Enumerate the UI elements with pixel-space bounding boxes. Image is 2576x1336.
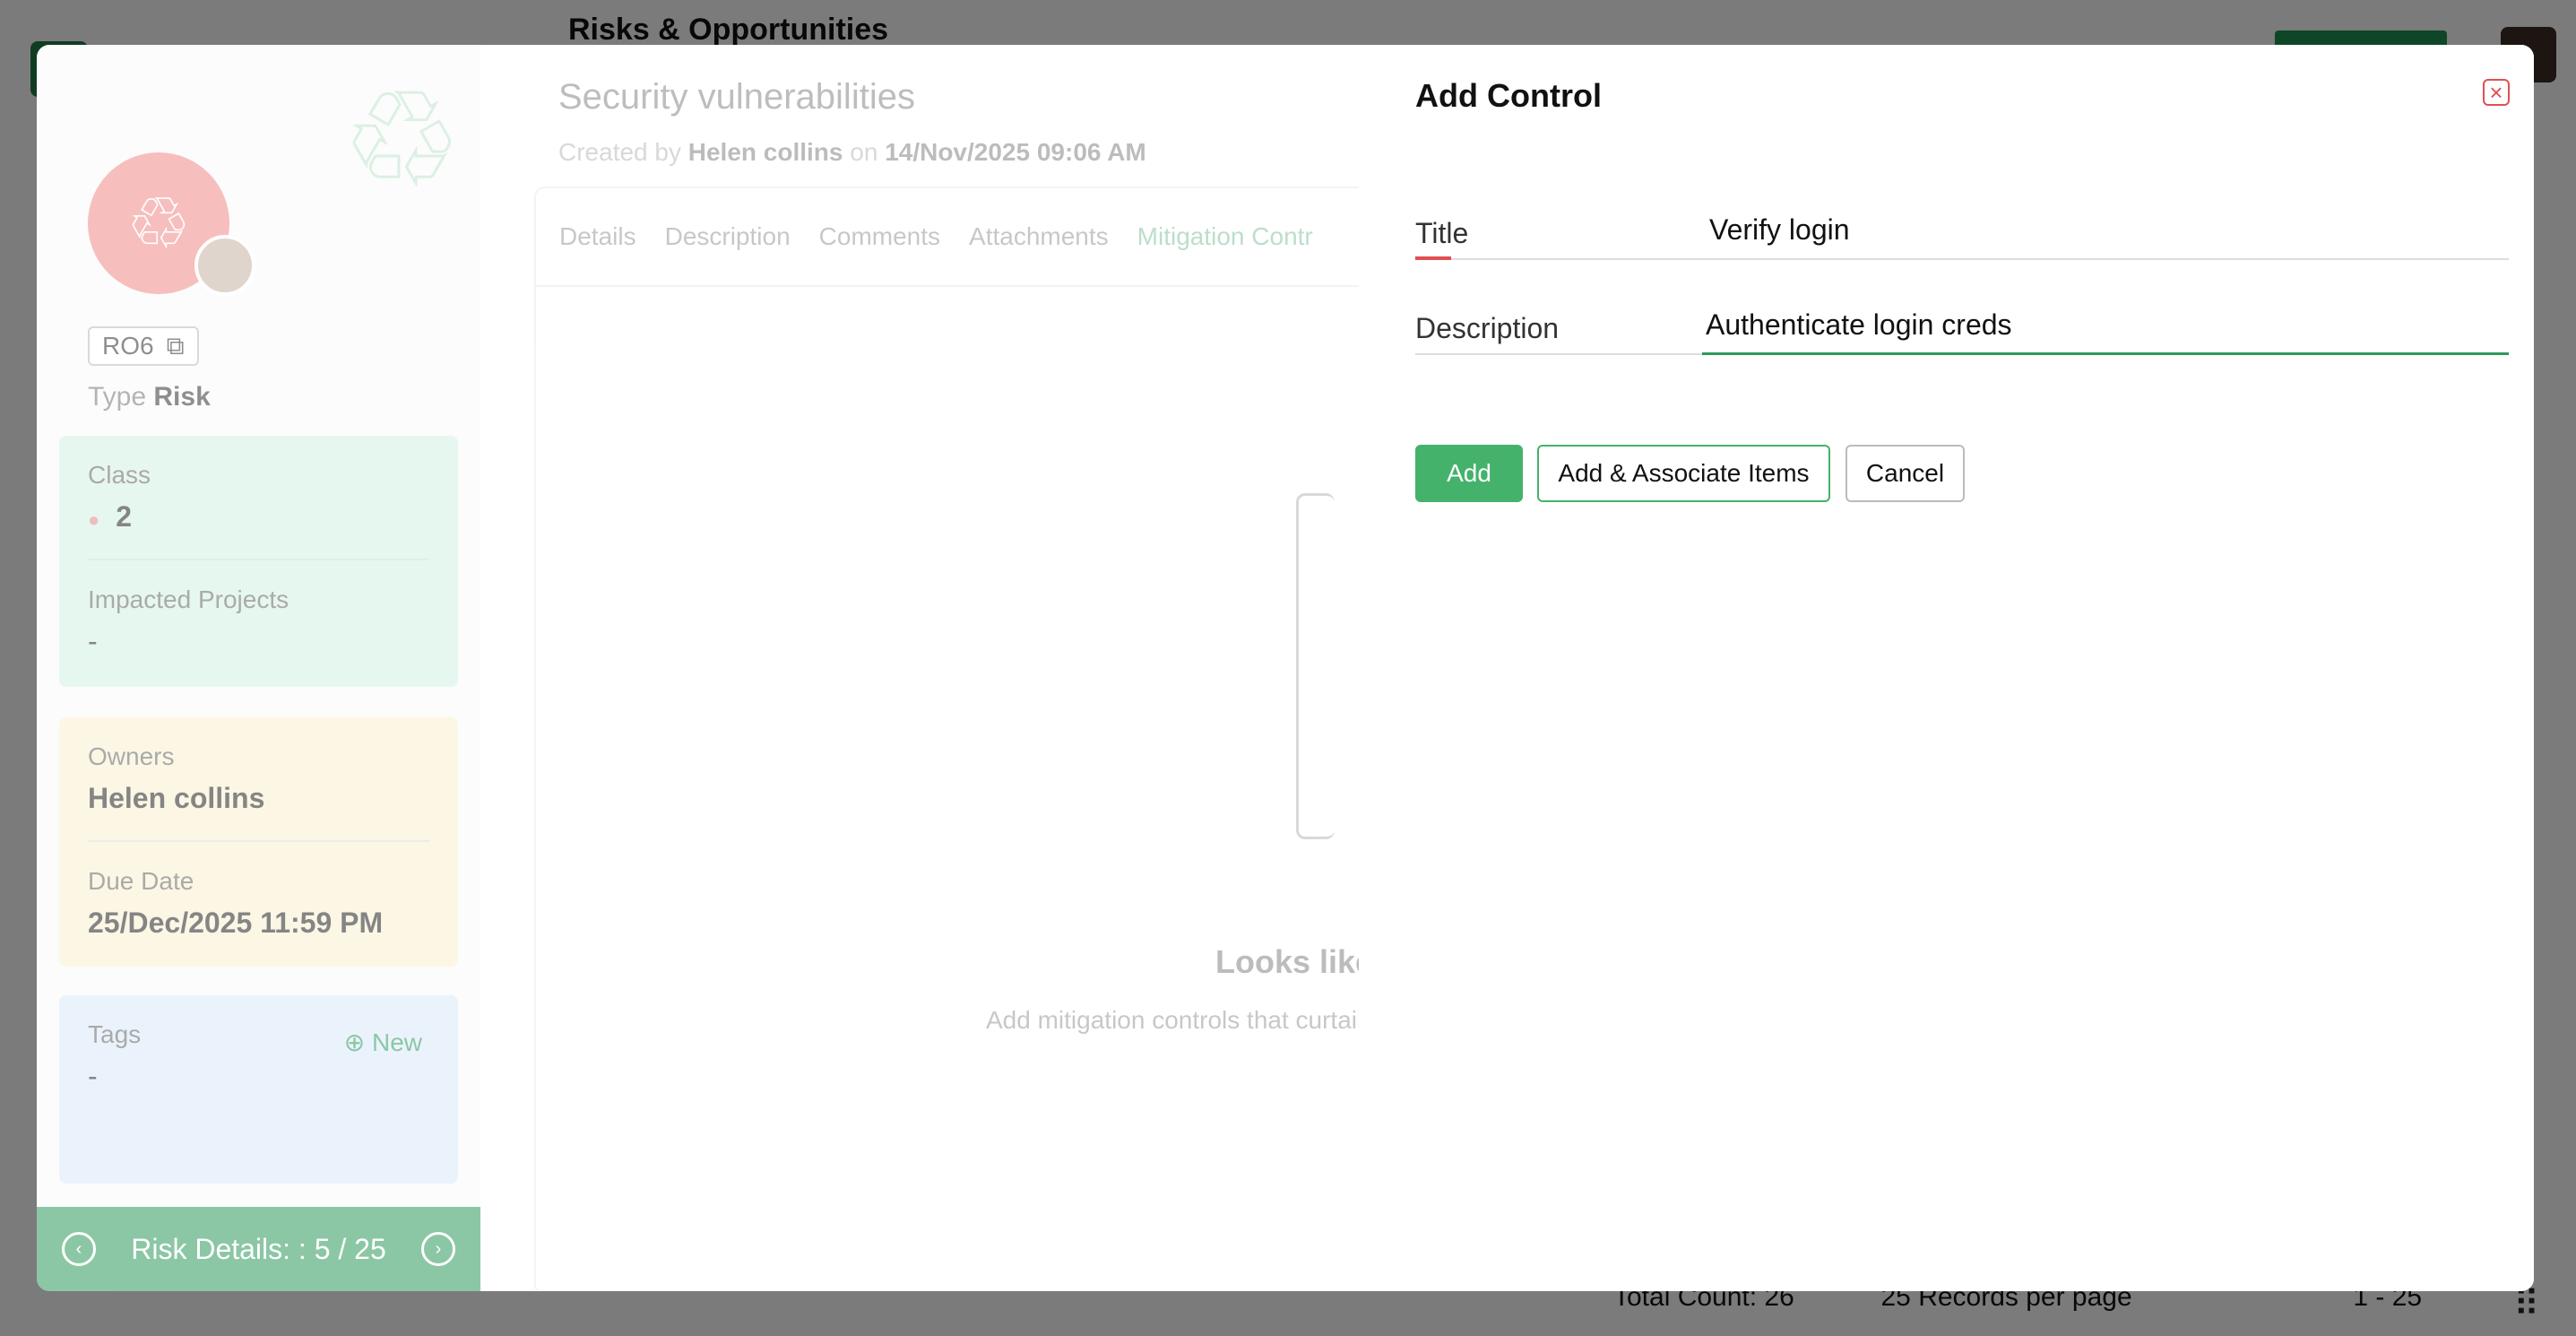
class-label: Class (88, 461, 151, 489)
copy-icon[interactable]: ⧉ (167, 332, 185, 361)
add-associate-items-button[interactable]: Add & Associate Items (1537, 445, 1830, 502)
description-input[interactable] (1702, 296, 2509, 353)
owner-card: Owners Helen collins Due Date 25/Dec/202… (59, 717, 458, 967)
due-date-value: 25/Dec/2025 11:59 PM (88, 907, 384, 939)
close-icon[interactable]: × (2483, 79, 2510, 106)
required-indicator (1415, 256, 1451, 260)
recycle-watermark-icon: ♲ (341, 65, 462, 215)
record-type: Type Risk (88, 382, 211, 412)
impacted-projects-value: - (88, 625, 98, 657)
description-field-row: Description (1415, 296, 2509, 355)
tab-attachments[interactable]: Attachments (969, 222, 1109, 251)
next-record-icon[interactable]: › (420, 1232, 455, 1266)
cancel-button[interactable]: Cancel (1846, 445, 1965, 502)
add-tag-button[interactable]: ⊕ New (344, 1028, 422, 1057)
tab-comments[interactable]: Comments (819, 222, 940, 251)
title-field-row: Title (1415, 201, 2509, 260)
due-date-label: Due Date (88, 867, 194, 895)
previous-record-icon[interactable]: ‹ (62, 1232, 96, 1266)
title-input[interactable] (1702, 201, 2509, 258)
created-meta: Created by Helen collins on 14/Nov/2025 … (558, 138, 1146, 166)
tab-details[interactable]: Details (559, 222, 636, 251)
impacted-projects-label: Impacted Projects (88, 586, 290, 613)
left-summary-panel: ♲ ♲ RO6 ⧉ Type Risk Class ● 2 Impacted Pr… (37, 45, 480, 1291)
empty-state-illustration (1296, 493, 1335, 839)
tags-card: Tags ⊕ New - (59, 995, 458, 1184)
tab-content-box (534, 187, 1398, 1291)
detail-tabs: Details Description Comments Attachments… (559, 222, 1313, 251)
class-value: ● 2 (88, 500, 133, 533)
record-title: Security vulnerabilities (558, 77, 915, 117)
add-button[interactable]: Add (1415, 445, 1523, 502)
record-id-chip: RO6 ⧉ (88, 326, 199, 366)
tags-value: - (88, 1060, 98, 1092)
tab-mitigation-controls[interactable]: Mitigation Contr (1137, 222, 1313, 251)
owner-avatar (194, 235, 255, 296)
owners-label: Owners (88, 742, 175, 770)
tab-description[interactable]: Description (665, 222, 791, 251)
record-id: RO6 (102, 332, 154, 360)
empty-state-title: Looks like (1215, 943, 1374, 980)
add-control-panel: Add Control × Title Description Add Add … (1359, 45, 2534, 1291)
add-control-title: Add Control (1415, 77, 1602, 114)
detail-main-panel: Security vulnerabilities Created by Hele… (480, 45, 1398, 1291)
class-card: Class ● 2 Impacted Projects - (59, 436, 458, 687)
owners-value: Helen collins (88, 782, 265, 814)
risk-detail-modal: ♲ ♲ RO6 ⧉ Type Risk Class ● 2 Impacted Pr… (37, 45, 2534, 1291)
description-label: Description (1415, 312, 1560, 344)
record-navigator: ‹ Risk Details: : 5 / 25 › (37, 1207, 480, 1291)
record-position: Risk Details: : 5 / 25 (131, 1232, 386, 1265)
empty-state-subtitle: Add mitigation controls that curtail i (986, 1006, 1376, 1034)
title-label: Title (1415, 217, 1469, 249)
